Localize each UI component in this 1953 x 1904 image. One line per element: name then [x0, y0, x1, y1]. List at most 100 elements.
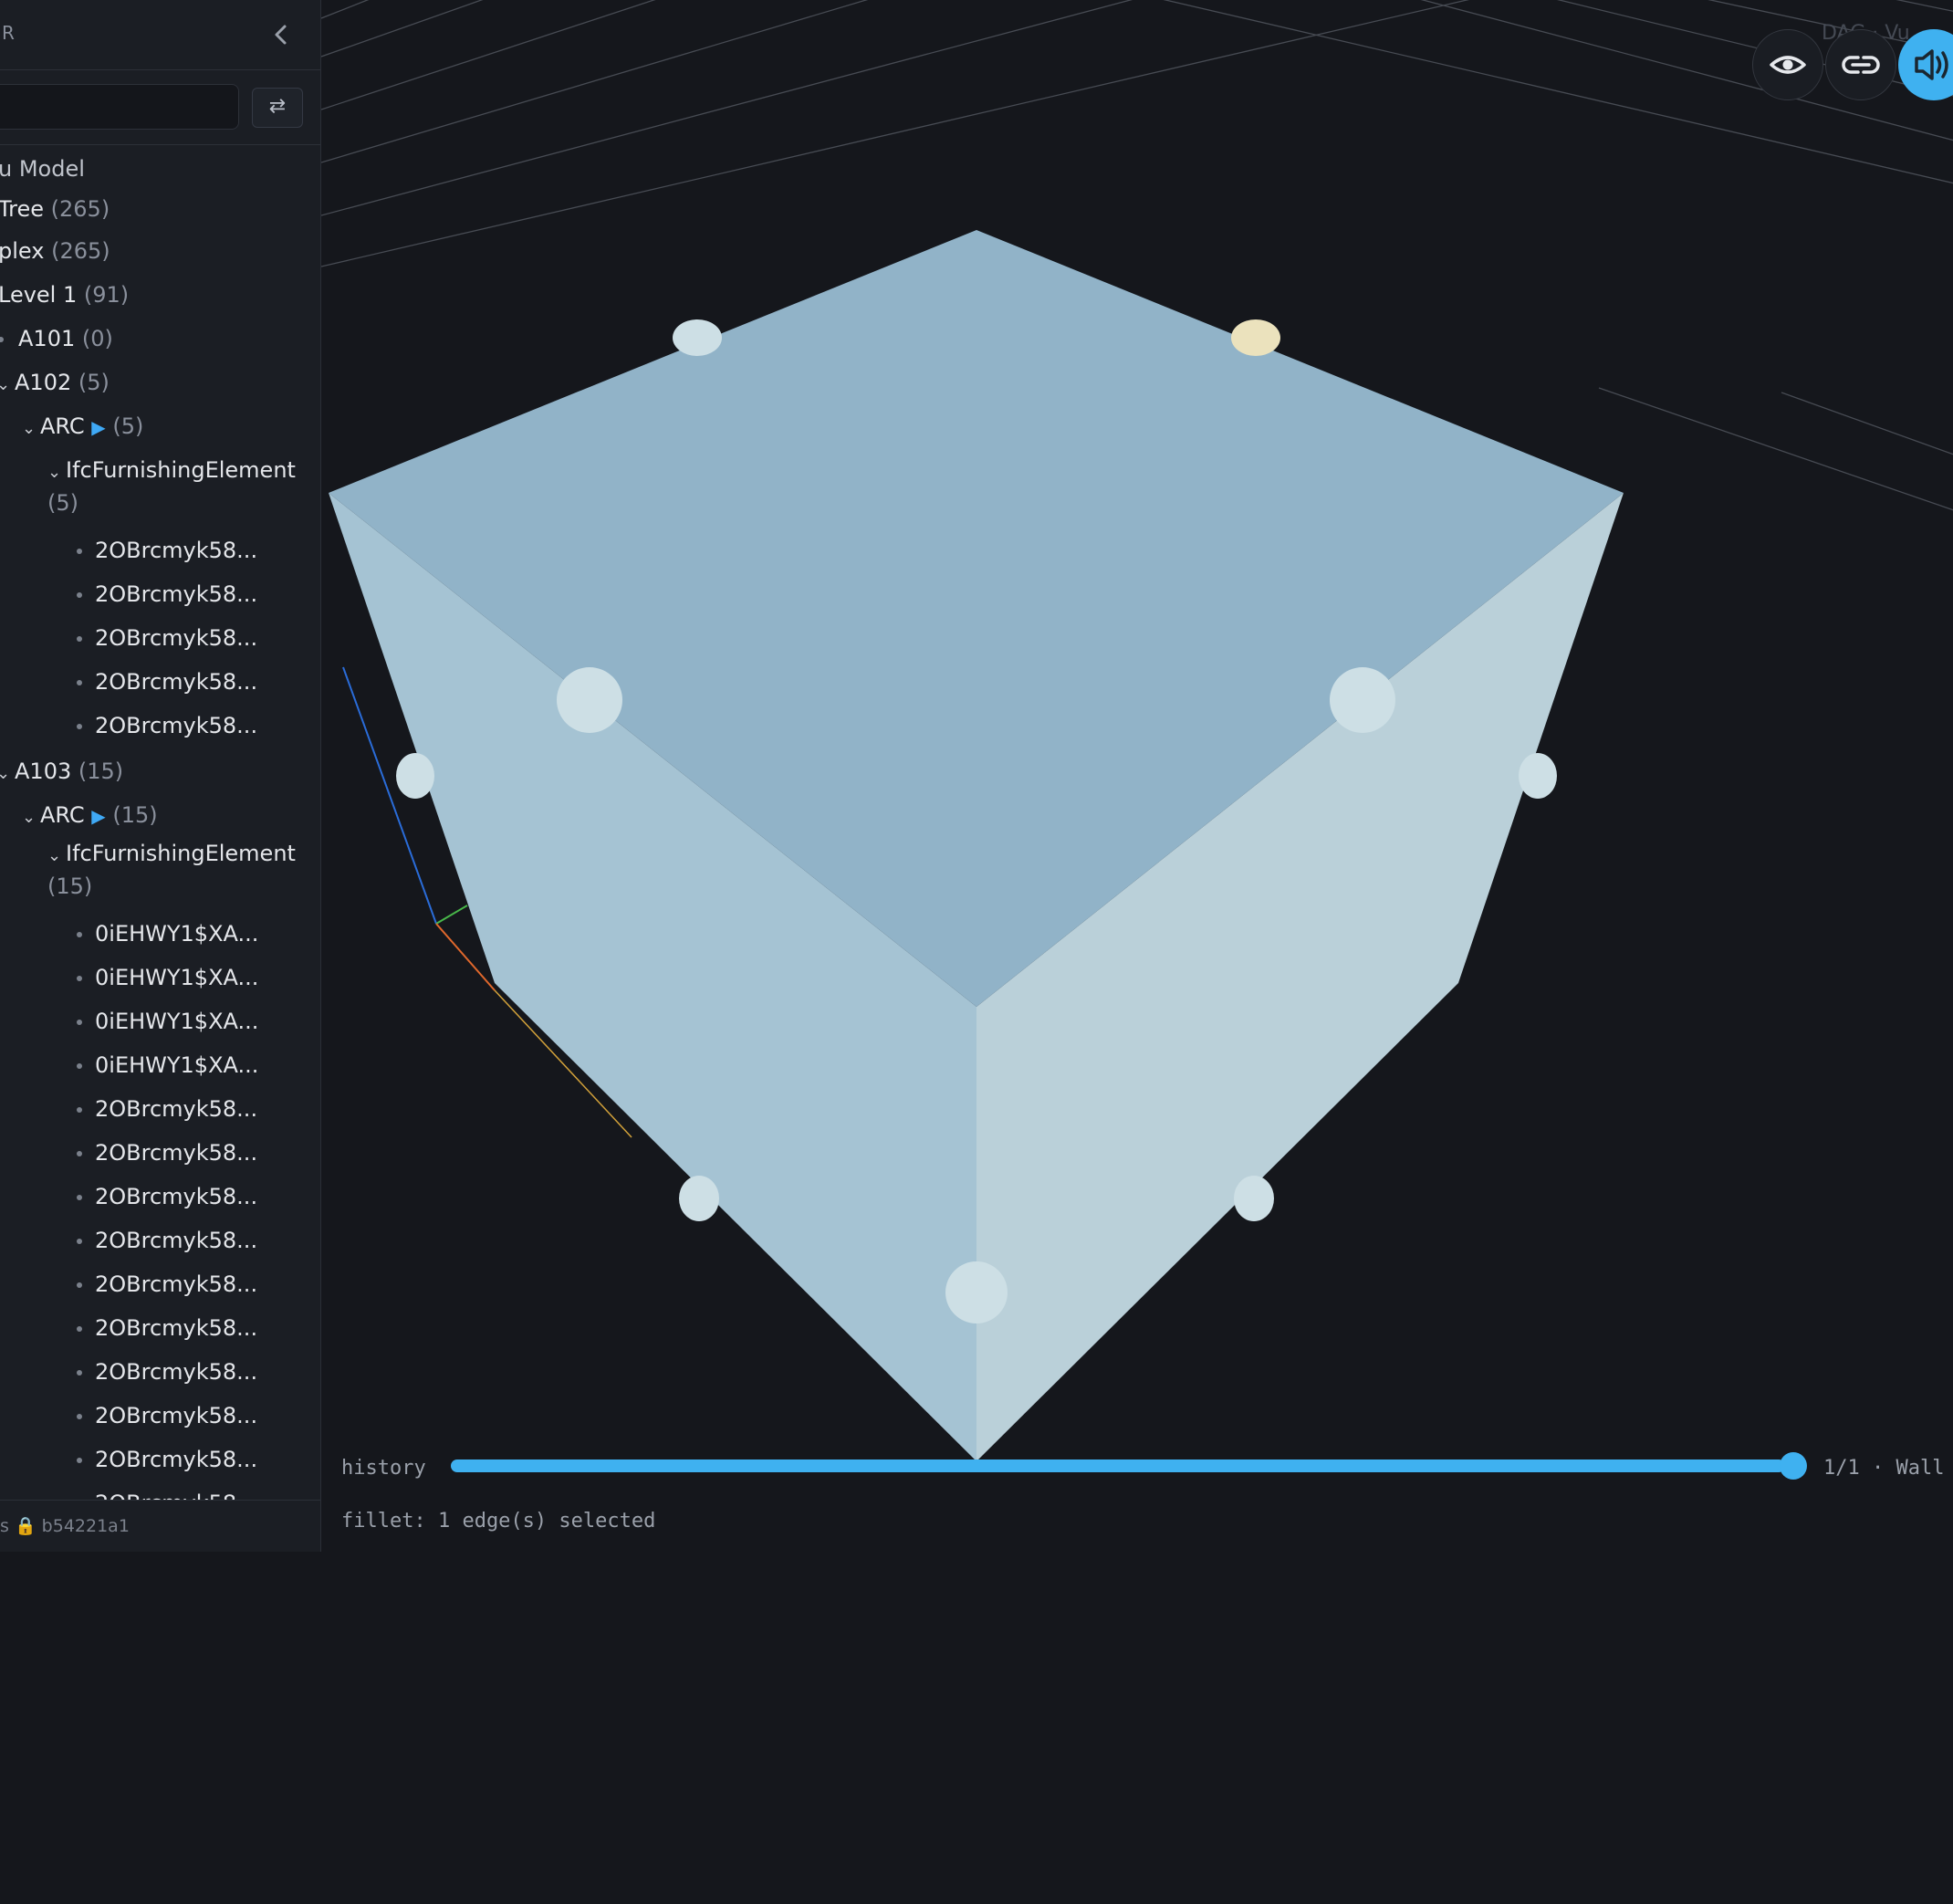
- bullet-icon: [77, 1239, 82, 1244]
- tree-leaf-item[interactable]: 2OBrcmyk58...: [77, 535, 257, 566]
- sidebar-footer: s 🔒 b54221a1: [0, 1500, 320, 1552]
- tree-leaf-item[interactable]: 2OBrcmyk58...: [77, 1093, 257, 1125]
- tree-node-tree[interactable]: Tree (265): [0, 194, 110, 225]
- swap-icon[interactable]: ⇄: [252, 88, 303, 128]
- tree-node-a103[interactable]: ⌄A103 (15): [0, 756, 123, 790]
- copy-link-button[interactable]: [1825, 29, 1896, 100]
- tree-leaf-item[interactable]: 2OBrcmyk58...: [77, 1356, 257, 1387]
- tree-leaf-label: 2OBrcmyk58...: [95, 1140, 258, 1166]
- edge-handle[interactable]: [673, 319, 722, 356]
- edge-handle[interactable]: [945, 1261, 1008, 1323]
- search-input[interactable]: [0, 84, 239, 130]
- tree-leaf-label: 0iEHWY1$XA...: [95, 1052, 259, 1078]
- tree-leaf-item[interactable]: 2OBrcmyk58...: [77, 1137, 257, 1168]
- bullet-icon: [77, 549, 82, 554]
- tree-leaf-item[interactable]: 0iEHWY1$XA...: [77, 1006, 258, 1037]
- chevron-down-icon[interactable]: ⌄: [0, 758, 15, 790]
- edge-handle-selected[interactable]: [1231, 319, 1280, 356]
- tree-node-label: Level 1: [0, 282, 78, 308]
- tree-leaf-item[interactable]: 2OBrcmyk58...: [77, 1269, 257, 1300]
- tree-root-model[interactable]: u Model: [0, 153, 85, 184]
- chevron-down-icon[interactable]: ⌄: [0, 370, 15, 401]
- bullet-icon: [77, 1151, 82, 1156]
- history-label: history: [341, 1457, 426, 1480]
- edge-handle[interactable]: [679, 1176, 719, 1221]
- tree-leaf-item[interactable]: 2OBrcmyk58...: [77, 622, 257, 654]
- tree-leaf-item[interactable]: 2OBrcmyk58...: [77, 1444, 257, 1475]
- eye-icon: [1770, 56, 1806, 74]
- history-count: 1/1 · Wall: [1823, 1457, 1945, 1480]
- scene-canvas[interactable]: [321, 0, 1953, 1552]
- status-text: fillet: 1 edge(s) selected: [341, 1510, 656, 1533]
- toggle-visibility-button[interactable]: [1752, 29, 1823, 100]
- tree-node-arc[interactable]: ⌄ ARC ▶ (15): [22, 800, 158, 833]
- tree-leaf-item[interactable]: 2OBrcmyk58...: [77, 1313, 257, 1344]
- tree-node-a102[interactable]: ⌄A102 (5): [0, 367, 110, 401]
- edge-handle[interactable]: [557, 667, 622, 733]
- bullet-icon: [77, 1414, 82, 1419]
- edge-handle[interactable]: [1519, 753, 1557, 799]
- tree-node-ifc-furnishing[interactable]: ⌄ IfcFurnishingElement: [47, 455, 296, 488]
- bullet-icon: [77, 1326, 82, 1332]
- tree-leaf-label: 2OBrcmyk58...: [95, 625, 258, 651]
- tree-leaf-label: 2OBrcmyk58...: [95, 581, 258, 607]
- chevron-down-icon[interactable]: ⌄: [22, 413, 40, 445]
- bullet-icon: [77, 1063, 82, 1069]
- commit-hash: b54221a1: [41, 1516, 130, 1536]
- tree-leaf-label: 2OBrcmyk58...: [95, 538, 258, 563]
- play-icon[interactable]: ▶: [91, 416, 105, 438]
- footer-prefix: s: [0, 1516, 9, 1536]
- tree-node-label: IfcFurnishingElement: [66, 841, 296, 866]
- chevron-down-icon[interactable]: ⌄: [22, 802, 40, 833]
- outline-sidebar: R ⇄ u Model Tree (265) plex (265) Level …: [0, 0, 321, 1552]
- bullet-icon: [77, 724, 82, 729]
- sidebar-header: R: [0, 0, 320, 70]
- tree-leaf-item[interactable]: 2OBrcmyk58...: [77, 666, 257, 697]
- tree-leaf-item[interactable]: 0iEHWY1$XA...: [77, 962, 258, 993]
- tree-node-label: A101: [18, 326, 76, 351]
- tree-node-count: (15): [78, 758, 124, 784]
- tree-leaf-item[interactable]: 0iEHWY1$XA...: [77, 1050, 258, 1081]
- 3d-viewport[interactable]: DAG · Vu history 1/1 · Wall fillet: 1 ed…: [321, 0, 1953, 1552]
- edge-handle[interactable]: [1234, 1176, 1274, 1221]
- tree-leaf-item[interactable]: 2OBrcmyk58...: [77, 710, 257, 741]
- tree-leaf-item[interactable]: 2OBrcmyk58...: [77, 1225, 257, 1256]
- tree-node-arc[interactable]: ⌄ ARC ▶ (5): [22, 411, 143, 445]
- tree-node-ifc-count: (5): [47, 487, 78, 518]
- tree-node-label: Tree: [0, 196, 45, 222]
- tree-leaf-item[interactable]: 2OBrcmyk58...: [77, 579, 257, 610]
- tree-node-ifc-furnishing[interactable]: ⌄ IfcFurnishingElement: [47, 838, 296, 872]
- tree-leaf-item[interactable]: 2OBrcmyk58...: [77, 1400, 257, 1431]
- tree-node-count: (5): [78, 370, 110, 395]
- tree-node-label: A103: [15, 758, 72, 784]
- tree-node-label: ARC: [40, 802, 85, 828]
- tree-node-level-1[interactable]: Level 1 (91): [0, 279, 129, 310]
- chevron-down-icon[interactable]: ⌄: [47, 841, 66, 872]
- tree-leaf-label: 2OBrcmyk58...: [95, 669, 258, 695]
- tree-node-a101[interactable]: A101 (0): [0, 323, 113, 354]
- tree-node-count: (15): [112, 802, 158, 828]
- play-icon[interactable]: ▶: [91, 805, 105, 827]
- chevron-down-icon[interactable]: ⌄: [47, 457, 66, 488]
- tree-leaf-label: 2OBrcmyk58...: [95, 713, 258, 738]
- tree-leaf-item[interactable]: 2OBrcmyk58...: [77, 1181, 257, 1212]
- tree-node-label: plex: [0, 238, 45, 264]
- tree-leaf-item[interactable]: 2OBrcmyk58...: [77, 1488, 257, 1500]
- tree-leaf-label: 2OBrcmyk58...: [95, 1315, 258, 1341]
- tree-leaf-label: 2OBrcmyk58...: [95, 1359, 258, 1385]
- history-slider-knob[interactable]: [1780, 1452, 1807, 1480]
- tree-node-count: (5): [112, 413, 144, 439]
- edge-handle[interactable]: [1330, 667, 1395, 733]
- edge-handle[interactable]: [396, 753, 434, 799]
- bullet-icon: [77, 1195, 82, 1200]
- bullet-icon: [77, 636, 82, 642]
- chevron-left-icon[interactable]: [270, 18, 292, 51]
- tree-leaf-label: 2OBrcmyk58...: [95, 1096, 258, 1122]
- audio-button[interactable]: [1898, 29, 1953, 100]
- tree-leaf-item[interactable]: 0iEHWY1$XA...: [77, 918, 258, 949]
- tree-node-label: ARC: [40, 413, 85, 439]
- history-slider[interactable]: [451, 1459, 1785, 1472]
- bullet-icon: [0, 337, 4, 342]
- tree-leaf-label: 0iEHWY1$XA...: [95, 965, 259, 990]
- tree-node-complex[interactable]: plex (265): [0, 235, 110, 267]
